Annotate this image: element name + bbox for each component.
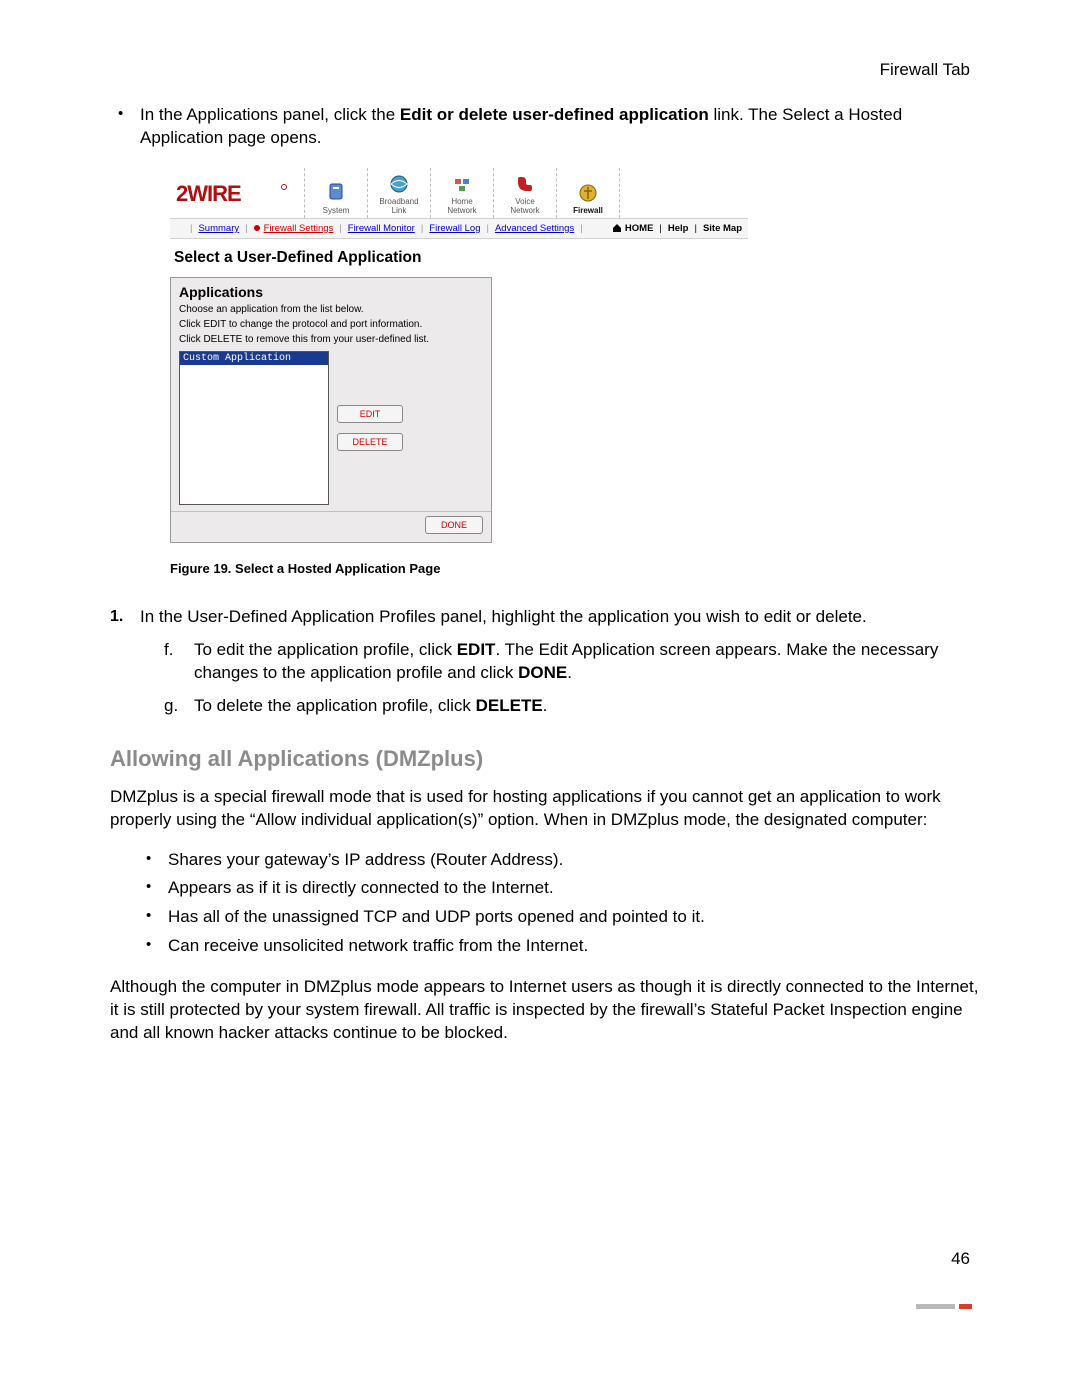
twowire-logo-icon: 2WIRE [176, 179, 294, 207]
subnav-firewall-monitor[interactable]: Firewall Monitor [348, 223, 415, 234]
home-icon [612, 223, 622, 233]
step-1-marker: 1. [110, 606, 123, 628]
nav-voice[interactable]: Voice Network [493, 168, 556, 218]
dmz-bullet: Has all of the unassigned TCP and UDP po… [138, 906, 980, 929]
subnav-advanced-settings[interactable]: Advanced Settings [495, 223, 574, 234]
subnav-firewall-log[interactable]: Firewall Log [429, 223, 480, 234]
applications-instr-2: Click EDIT to change the protocol and po… [171, 317, 491, 332]
substep-f-marker: f. [164, 639, 173, 662]
list-item[interactable]: Custom Application [180, 352, 328, 365]
section-heading: Allowing all Applications (DMZplus) [110, 746, 980, 772]
dmz-para-2: Although the computer in DMZplus mode ap… [110, 976, 980, 1045]
figure-hosted-app: 2WIRE System Broadband Link [170, 168, 748, 543]
active-dot-icon [254, 225, 260, 231]
dmz-bullet: Can receive unsolicited network traffic … [138, 935, 980, 958]
delete-button[interactable]: DELETE [337, 433, 403, 451]
footer-decoration [916, 1304, 972, 1309]
step-1: 1. In the User-Defined Application Profi… [110, 606, 980, 718]
applications-instr-3: Click DELETE to remove this from your us… [171, 332, 491, 347]
svg-text:2WIRE: 2WIRE [176, 181, 241, 206]
step-1-text: In the User-Defined Application Profiles… [140, 607, 867, 626]
sub-nav: | Summary | Firewall Settings | Firewall… [170, 218, 748, 239]
nav-home-network[interactable]: Home Network [430, 168, 493, 218]
substep-g: g. To delete the application profile, cl… [140, 695, 980, 718]
dmz-bullet: Appears as if it is directly connected t… [138, 877, 980, 900]
dmz-para-1: DMZplus is a special firewall mode that … [110, 786, 980, 832]
applications-panel: Applications Choose an application from … [170, 277, 492, 543]
broadband-icon [387, 172, 411, 196]
figure-caption: Figure 19. Select a Hosted Application P… [170, 561, 980, 576]
done-button[interactable]: DONE [425, 516, 483, 534]
nav-firewall-label: Firewall [573, 207, 603, 216]
nav-firewall[interactable]: Firewall [556, 168, 620, 218]
voice-icon [513, 172, 537, 196]
applications-title: Applications [171, 278, 491, 302]
intro-bullet: In the Applications panel, click the Edi… [110, 104, 980, 150]
subnav-firewall-settings[interactable]: Firewall Settings [264, 223, 334, 234]
nav-home-network-label: Home Network [447, 198, 476, 216]
home-network-icon [450, 172, 474, 196]
subnav-summary[interactable]: Summary [198, 223, 239, 234]
nav-broadband[interactable]: Broadband Link [367, 168, 430, 218]
applications-instr-1: Choose an application from the list belo… [171, 302, 491, 317]
nav-system[interactable]: System [304, 168, 367, 218]
edit-button[interactable]: EDIT [337, 405, 403, 423]
substep-f: f. To edit the application profile, clic… [140, 639, 980, 685]
subnav-site-map[interactable]: Site Map [703, 223, 742, 234]
header-section: Firewall Tab [880, 60, 970, 80]
firewall-icon [576, 181, 600, 205]
intro-prefix: In the Applications panel, click the [140, 105, 400, 124]
subnav-home[interactable]: HOME [612, 223, 654, 234]
page-number: 46 [951, 1249, 970, 1269]
nav-voice-label: Voice Network [510, 198, 539, 216]
nav-system-label: System [323, 207, 350, 216]
top-nav: 2WIRE System Broadband Link [170, 168, 748, 218]
application-list[interactable]: Custom Application [179, 351, 329, 505]
subnav-help[interactable]: Help [668, 223, 689, 234]
logo: 2WIRE [170, 168, 304, 218]
intro-link: Edit or delete user-defined application [400, 105, 709, 124]
dmz-bullet: Shares your gateway’s IP address (Router… [138, 849, 980, 872]
nav-broadband-label: Broadband Link [379, 198, 418, 216]
page-title: Select a User-Defined Application [174, 249, 748, 267]
system-icon [324, 181, 348, 205]
substep-g-marker: g. [164, 695, 178, 718]
